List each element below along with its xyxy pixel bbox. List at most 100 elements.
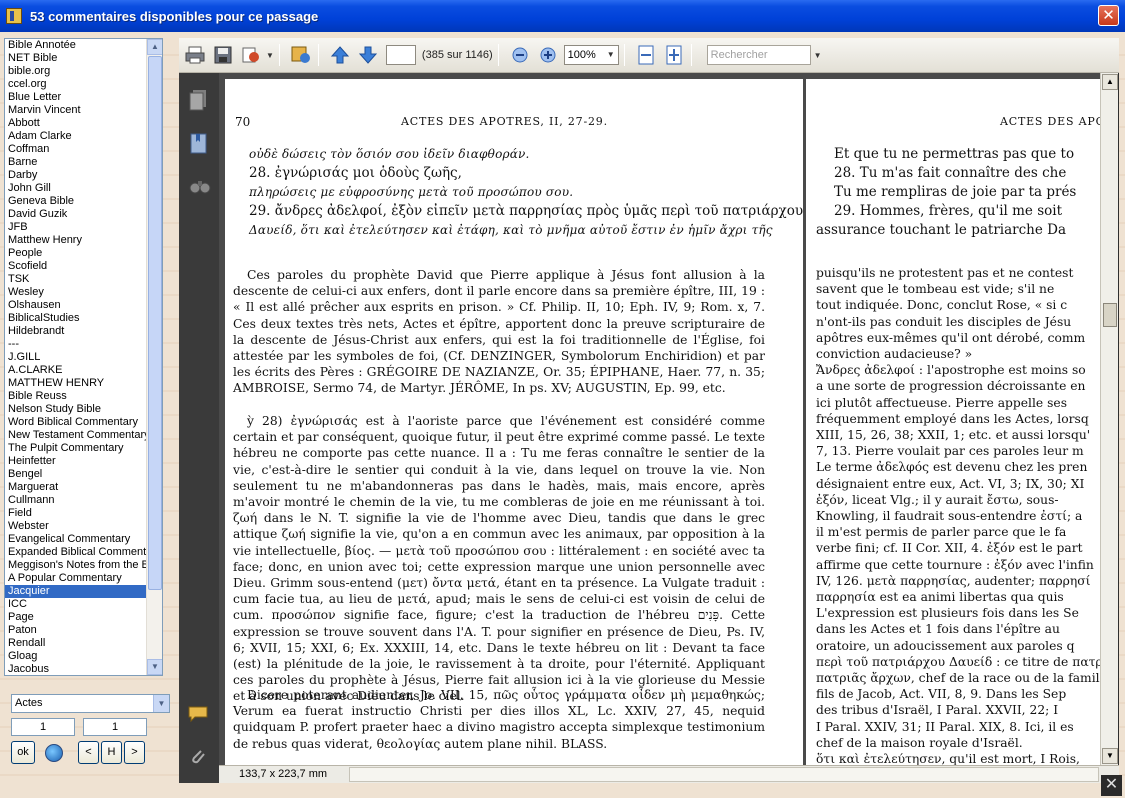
commentary-item[interactable]: Wesley — [5, 286, 147, 299]
scroll-down-arrow-icon[interactable]: ▼ — [1102, 748, 1118, 764]
fit-width-icon[interactable] — [634, 44, 658, 66]
ok-button[interactable]: ok — [11, 741, 35, 764]
commentary-item[interactable]: Matthew Henry — [5, 234, 147, 247]
book-select[interactable]: Actes ▼ — [11, 694, 170, 713]
commentary-item[interactable]: --- — [5, 338, 147, 351]
zoom-out-icon[interactable] — [508, 44, 532, 66]
export-icon[interactable] — [239, 44, 263, 66]
toolbar-separator — [497, 44, 499, 66]
commentary-item[interactable]: Jacobus — [5, 663, 147, 675]
commentary-item[interactable]: Blue Letter — [5, 91, 147, 104]
commentary-item[interactable]: BiblicalStudies — [5, 312, 147, 325]
commentary-item[interactable]: NET Bible — [5, 52, 147, 65]
search-dropdown-icon[interactable]: ▼ — [814, 51, 822, 60]
commentary-item[interactable]: Abbott — [5, 117, 147, 130]
chapter-field[interactable]: 1 — [11, 718, 75, 736]
commentary-item[interactable]: A.CLARKE — [5, 364, 147, 377]
commentary-item[interactable]: New Testament Commentary — [5, 429, 147, 442]
globe-icon[interactable] — [45, 744, 63, 762]
commentary-item[interactable]: TSK — [5, 273, 147, 286]
text-line: ici plutôt affectueuse. Pierre appelle s… — [816, 395, 1068, 410]
scroll-down-arrow-icon[interactable]: ▼ — [147, 659, 162, 675]
commentary-item[interactable]: Heinfetter — [5, 455, 147, 468]
commentary-item[interactable]: JFB — [5, 221, 147, 234]
previous-button[interactable]: < — [78, 741, 99, 764]
fit-page-icon[interactable] — [662, 44, 686, 66]
close-icon[interactable]: ✕ — [1101, 775, 1122, 796]
commentary-item[interactable]: Page — [5, 611, 147, 624]
bookmarks-icon[interactable] — [189, 133, 209, 154]
print-icon[interactable] — [183, 44, 207, 66]
commentary-item[interactable]: Meggison's Notes from the Bi — [5, 559, 147, 572]
text-line: fréquemment employé dans les Actes, lors… — [816, 411, 1089, 426]
chevron-down-icon[interactable]: ▼ — [153, 695, 169, 712]
commentary-item[interactable]: John Gill — [5, 182, 147, 195]
page-number: 70 — [235, 115, 251, 129]
text-line: XIII, 15, 26, 38; XXII, 1; etc. et aussi… — [816, 428, 1091, 443]
close-window-button[interactable]: ✕ — [1098, 5, 1119, 26]
share-icon[interactable] — [289, 44, 313, 66]
binoculars-icon[interactable] — [189, 177, 211, 197]
scroll-up-arrow-icon[interactable]: ▲ — [147, 39, 162, 55]
comment-icon[interactable] — [187, 705, 209, 723]
commentary-item[interactable]: Marguerat — [5, 481, 147, 494]
text-line: apôtres eux-mêmes qu'il ont dérobé, comm — [816, 330, 1086, 345]
scroll-thumb[interactable] — [148, 56, 162, 590]
commentary-item[interactable]: Geneva Bible — [5, 195, 147, 208]
commentary-item[interactable]: ccel.org — [5, 78, 147, 91]
commentary-item[interactable]: J.GILL — [5, 351, 147, 364]
commentary-item[interactable]: MATTHEW HENRY — [5, 377, 147, 390]
page-scrollbar[interactable]: ▲ ▼ — [1100, 73, 1118, 765]
next-button[interactable]: > — [124, 741, 145, 764]
commentary-item[interactable]: People — [5, 247, 147, 260]
commentary-item[interactable]: Webster — [5, 520, 147, 533]
commentary-item[interactable]: Paton — [5, 624, 147, 637]
commentary-item[interactable]: Nelson Study Bible — [5, 403, 147, 416]
scroll-thumb[interactable] — [1103, 303, 1117, 327]
commentary-item[interactable]: Scofield — [5, 260, 147, 273]
zoom-in-icon[interactable] — [536, 44, 560, 66]
commentary-item[interactable]: Hildebrandt — [5, 325, 147, 338]
commentary-item[interactable]: Gloag — [5, 650, 147, 663]
commentary-item[interactable]: David Guzik — [5, 208, 147, 221]
list-scrollbar[interactable]: ▲ ▼ — [146, 39, 162, 675]
page-count: (385 sur 1146) — [421, 49, 493, 61]
page-canvas[interactable]: 70 ACTES DES APOTRES, II, 27-29. οὐδὲ δώ… — [219, 73, 1100, 765]
search-input[interactable]: Rechercher — [706, 45, 811, 65]
export-dropdown-icon[interactable]: ▼ — [266, 51, 274, 60]
commentary-item[interactable]: Olshausen — [5, 299, 147, 312]
commentary-item[interactable]: Adam Clarke — [5, 130, 147, 143]
horizontal-scrollbar[interactable] — [349, 767, 1099, 782]
commentary-item[interactable]: Cullmann — [5, 494, 147, 507]
status-bar: 133,7 x 223,7 mm — [219, 765, 1119, 783]
commentary-item[interactable]: Bible Annotée — [5, 39, 147, 52]
commentary-item[interactable]: Barne — [5, 156, 147, 169]
commentary-item[interactable]: Word Biblical Commentary — [5, 416, 147, 429]
save-icon[interactable] — [211, 44, 235, 66]
commentary-item[interactable]: Expanded Biblical Comments — [5, 546, 147, 559]
commentary-item[interactable]: A Popular Commentary — [5, 572, 147, 585]
paperclip-icon[interactable] — [189, 748, 207, 766]
arrow-up-icon[interactable] — [328, 44, 352, 66]
commentary-item[interactable]: Bible Reuss — [5, 390, 147, 403]
commentary-item[interactable]: The Pulpit Commentary — [5, 442, 147, 455]
commentary-item[interactable]: Jacquier — [5, 585, 147, 598]
page-number-input[interactable] — [385, 45, 416, 65]
commentary-item[interactable]: Bengel — [5, 468, 147, 481]
commentary-item[interactable]: Evangelical Commentary — [5, 533, 147, 546]
zoom-select[interactable]: 100% ▼ — [563, 45, 619, 65]
scroll-up-arrow-icon[interactable]: ▲ — [1102, 74, 1118, 90]
arrow-down-icon[interactable] — [356, 44, 380, 66]
commentary-list[interactable]: Bible Annotée NET Bible bible.org ccel.org B… — [4, 38, 163, 676]
commentary-item[interactable]: Marvin Vincent — [5, 104, 147, 117]
commentary-item[interactable]: ICC — [5, 598, 147, 611]
pages-icon[interactable] — [189, 89, 209, 111]
chevron-down-icon[interactable]: ▼ — [607, 46, 615, 64]
commentary-item[interactable]: Darby — [5, 169, 147, 182]
commentary-item[interactable]: Field — [5, 507, 147, 520]
commentary-item[interactable]: bible.org — [5, 65, 147, 78]
h-button[interactable]: H — [101, 741, 122, 764]
commentary-item[interactable]: Rendall — [5, 637, 147, 650]
commentary-item[interactable]: Coffman — [5, 143, 147, 156]
verse-field[interactable]: 1 — [83, 718, 147, 736]
